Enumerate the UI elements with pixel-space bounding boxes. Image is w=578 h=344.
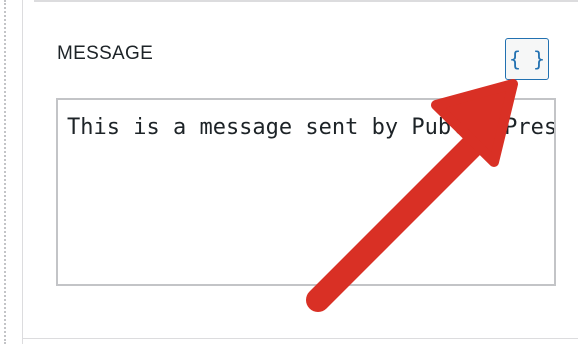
braces-icon: { } <box>508 47 546 71</box>
left-gutter <box>0 0 12 344</box>
panel-bottom-divider <box>22 338 578 339</box>
dotted-divider <box>4 0 6 344</box>
insert-token-button[interactable]: { } <box>505 38 549 80</box>
message-textarea-value: This is a message sent by PublishPress <box>67 115 556 140</box>
message-field-label: MESSAGE <box>57 43 154 64</box>
message-textarea[interactable]: This is a message sent by PublishPress <box>56 98 556 286</box>
panel-top-divider <box>34 0 578 2</box>
